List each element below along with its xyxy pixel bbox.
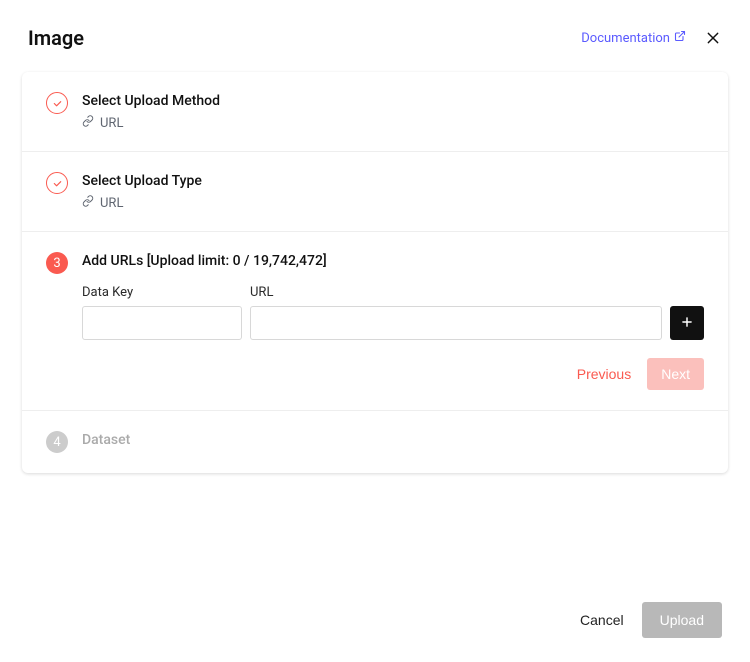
step-title: Dataset <box>82 431 704 448</box>
step-sub: URL <box>82 115 704 131</box>
link-icon <box>82 115 94 131</box>
url-input[interactable] <box>250 306 662 340</box>
step-done-icon <box>46 92 68 114</box>
step-sub: URL <box>82 195 704 211</box>
step-title: Add URLs [Upload limit: 0 / 19,742,472] <box>82 252 704 269</box>
modal-header: Image Documentation <box>0 0 750 68</box>
step-sub-value: URL <box>100 116 123 131</box>
step-done-icon <box>46 172 68 194</box>
url-label: URL <box>250 285 662 300</box>
step-title: Select Upload Type <box>82 172 704 189</box>
step-upcoming-badge: 4 <box>46 431 68 453</box>
link-icon <box>82 195 94 211</box>
previous-button[interactable]: Previous <box>573 360 635 388</box>
step-add-urls: 3 Add URLs [Upload limit: 0 / 19,742,472… <box>22 232 728 411</box>
step-current-badge: 3 <box>46 252 68 274</box>
documentation-link[interactable]: Documentation <box>581 30 686 46</box>
plus-icon <box>680 315 694 332</box>
add-url-button[interactable] <box>670 306 704 340</box>
url-field: URL <box>250 285 662 340</box>
step-actions: Previous Next <box>82 358 704 390</box>
external-link-icon <box>674 30 686 46</box>
image-upload-modal: Image Documentation Select Upload Method <box>0 0 750 662</box>
steps-card: Select Upload Method URL Select Upload T… <box>22 72 728 473</box>
data-key-field: Data Key <box>82 285 242 340</box>
modal-title: Image <box>28 26 84 50</box>
url-form-row: Data Key URL <box>82 285 704 340</box>
header-right: Documentation <box>581 29 722 47</box>
next-button[interactable]: Next <box>647 358 704 390</box>
step-title: Select Upload Method <box>82 92 704 109</box>
cancel-button[interactable]: Cancel <box>580 612 624 628</box>
data-key-input[interactable] <box>82 306 242 340</box>
upload-button[interactable]: Upload <box>642 602 722 638</box>
step-upload-type[interactable]: Select Upload Type URL <box>22 152 728 232</box>
step-sub-value: URL <box>100 196 123 211</box>
step-dataset: 4 Dataset <box>22 411 728 473</box>
modal-footer: Cancel Upload <box>552 582 750 662</box>
data-key-label: Data Key <box>82 285 242 300</box>
step-upload-method[interactable]: Select Upload Method URL <box>22 72 728 152</box>
close-button[interactable] <box>704 29 722 47</box>
documentation-label: Documentation <box>581 31 670 46</box>
